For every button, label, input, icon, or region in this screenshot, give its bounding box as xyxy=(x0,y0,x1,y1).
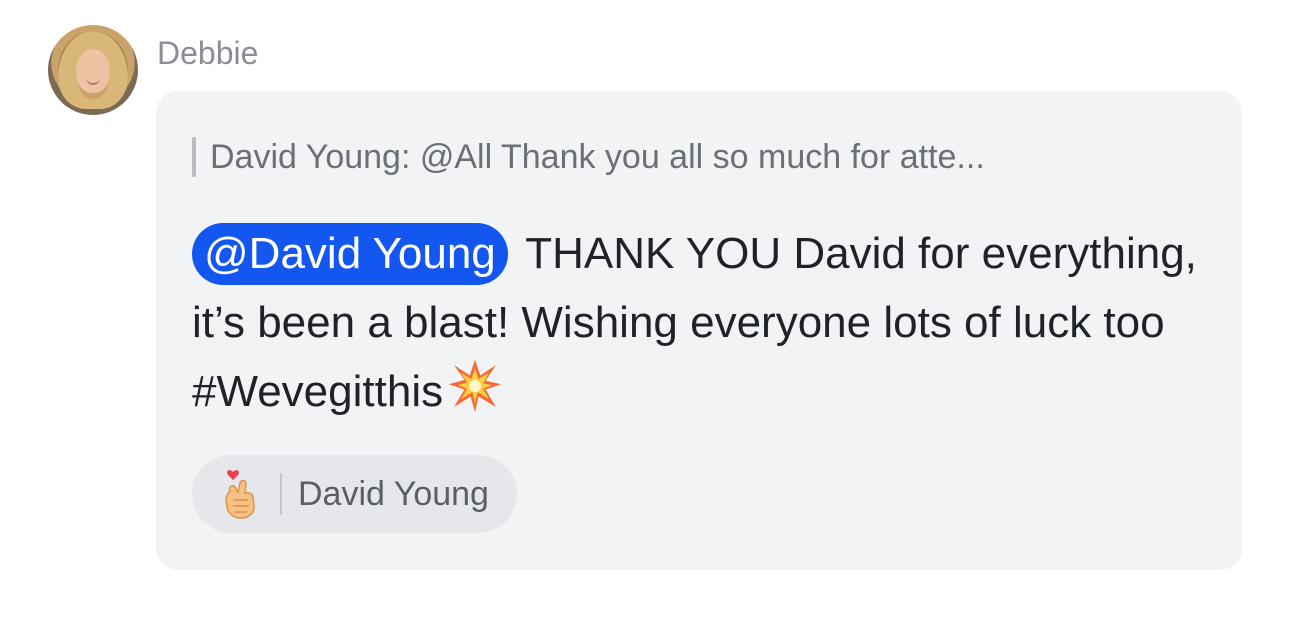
sender-name[interactable]: Debbie xyxy=(157,33,258,73)
finger-heart-emoji-icon xyxy=(225,470,255,519)
message-text-line1: THANK YOU David for xyxy=(525,229,970,278)
quoted-reply[interactable]: David Young: @All Thank you all so much … xyxy=(192,135,985,179)
message-bubble[interactable]: David Young: @All Thank you all so much … xyxy=(156,91,1242,570)
collision-emoji-icon xyxy=(448,359,502,413)
quote-text: David Young: @All Thank you all so much … xyxy=(210,137,985,176)
reaction-user[interactable]: David Young xyxy=(298,475,489,514)
reaction-pill[interactable]: David Young xyxy=(192,455,517,533)
reaction-divider xyxy=(280,473,282,515)
sender-avatar[interactable] xyxy=(48,25,138,115)
quote-bar xyxy=(192,137,196,177)
avatar-face xyxy=(76,49,110,93)
message-text: @David Young THANK YOU David for everyth… xyxy=(192,219,1202,426)
mention-chip[interactable]: @David Young xyxy=(192,223,508,285)
